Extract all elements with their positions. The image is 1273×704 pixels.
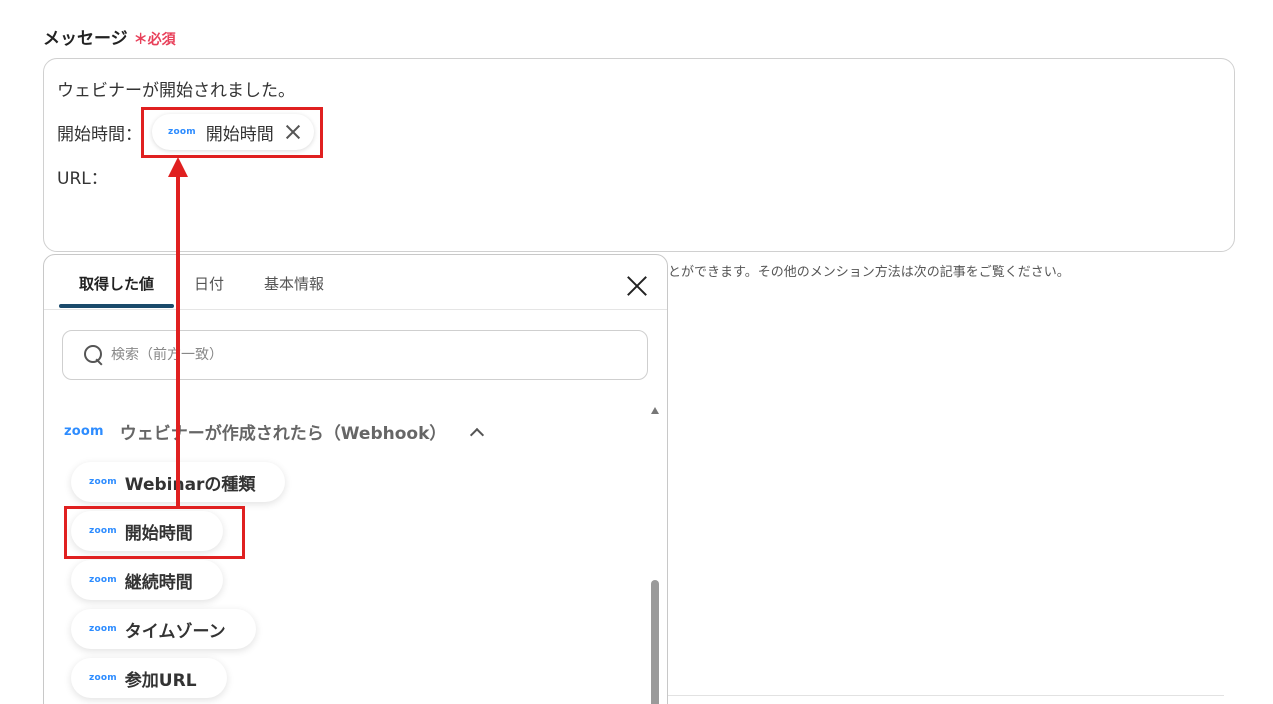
active-tab-indicator xyxy=(59,304,174,308)
editor-line-2: 開始時間： xyxy=(57,125,142,145)
tab-acquired-values[interactable]: 取得した値 xyxy=(79,273,154,294)
divider xyxy=(668,695,1224,696)
close-icon[interactable] xyxy=(626,275,648,297)
search-icon xyxy=(83,344,105,366)
annotation-arrow-head-icon xyxy=(168,157,188,177)
scrollbar[interactable] xyxy=(649,405,661,704)
chevron-up-icon[interactable] xyxy=(470,427,485,442)
panel-tabs: 取得した値 日付 基本情報 xyxy=(44,255,667,310)
annotation-arrow-line xyxy=(176,170,180,506)
list-item[interactable]: zoom タイムゾーン xyxy=(71,609,256,649)
list-item[interactable]: zoom 参加URL xyxy=(71,658,227,698)
help-text: とができます。その他のメンション方法は次の記事をご覧ください。 xyxy=(668,265,1070,280)
item-label: 参加URL xyxy=(124,670,197,691)
chip-label: 開始時間 xyxy=(205,124,274,145)
variable-chip-start-time[interactable]: zoom 開始時間 xyxy=(152,114,314,150)
required-badge: ＊必須 xyxy=(133,32,176,48)
item-label: 継続時間 xyxy=(124,572,193,593)
tab-basic-info[interactable]: 基本情報 xyxy=(264,273,324,294)
variable-picker-panel: 取得した値 日付 基本情報 zoom ウェビナーが作成されたら（Webhook）… xyxy=(43,254,668,704)
editor-line-3: URL： xyxy=(57,169,108,189)
list-item[interactable]: zoom 開始時間 xyxy=(71,511,223,551)
item-label: 開始時間 xyxy=(124,523,193,544)
item-label: Webinarの種類 xyxy=(124,474,256,495)
editor-line-1: ウェビナーが開始されました。 xyxy=(57,81,295,101)
scrollbar-thumb[interactable] xyxy=(651,580,659,704)
list-item[interactable]: zoom 継続時間 xyxy=(71,560,223,600)
field-label-text: メッセージ xyxy=(43,29,128,49)
zoom-logo-icon: zoom xyxy=(89,575,117,585)
item-label: タイムゾーン xyxy=(124,621,226,642)
group-header-webinar-created[interactable]: zoom ウェビナーが作成されたら（Webhook） xyxy=(64,419,485,444)
scroll-up-arrow-icon[interactable] xyxy=(651,407,659,414)
search-box[interactable] xyxy=(62,330,648,380)
zoom-logo-icon: zoom xyxy=(89,526,117,536)
zoom-logo-icon: zoom xyxy=(89,673,117,683)
close-icon[interactable] xyxy=(284,123,302,141)
tab-date[interactable]: 日付 xyxy=(194,273,224,294)
zoom-logo-icon: zoom xyxy=(89,624,117,634)
group-title: ウェビナーが作成されたら（Webhook） xyxy=(119,424,447,444)
message-editor[interactable]: ウェビナーが開始されました。 開始時間： zoom 開始時間 URL： xyxy=(43,58,1235,252)
zoom-logo-icon: zoom xyxy=(64,424,104,439)
zoom-logo-icon: zoom xyxy=(89,477,117,487)
zoom-logo-icon: zoom xyxy=(168,127,196,137)
message-field-label: メッセージ ＊必須 xyxy=(43,24,176,49)
search-input[interactable] xyxy=(111,347,611,363)
